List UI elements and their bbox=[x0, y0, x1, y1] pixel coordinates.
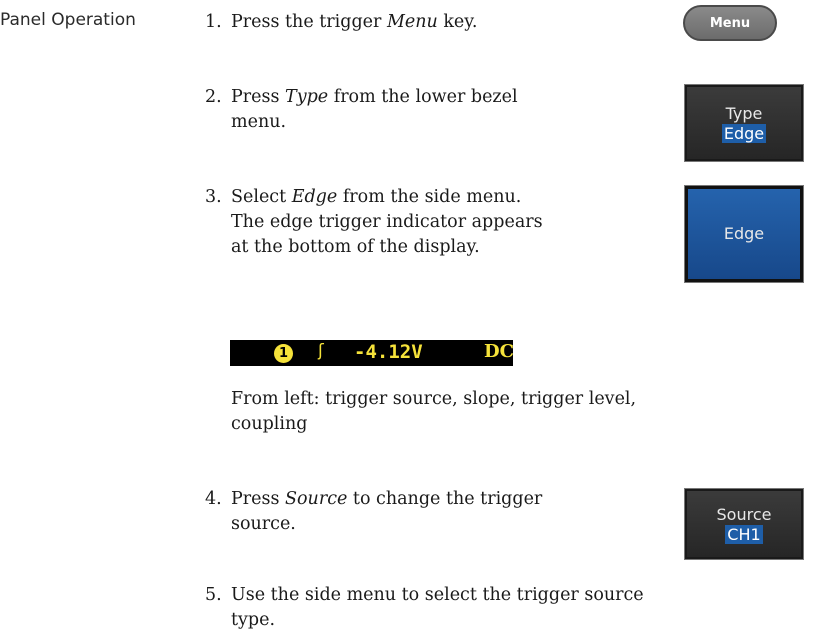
step-text: The edge trigger indicator appears bbox=[231, 212, 543, 232]
bezel-value: Edge bbox=[721, 123, 767, 143]
step-text: Press bbox=[231, 87, 286, 107]
bezel-label: Edge bbox=[723, 224, 765, 243]
source-bezel-button[interactable]: Source CH1 bbox=[684, 488, 804, 560]
edge-trigger-indicator: 1 ʃ -4.12V DC bbox=[230, 340, 513, 366]
bezel-label: Source bbox=[716, 504, 772, 524]
step-keyword: Type bbox=[285, 87, 329, 107]
step-text: Press bbox=[231, 489, 286, 509]
step-number: 2. bbox=[205, 87, 222, 107]
note-text: coupling bbox=[231, 414, 308, 434]
step-number: 5. bbox=[205, 585, 222, 605]
bezel-value: CH1 bbox=[725, 524, 763, 544]
step-text: menu. bbox=[231, 112, 287, 132]
step-text: Select bbox=[231, 187, 292, 207]
step-text: to change the trigger bbox=[347, 489, 543, 509]
step-text: Use the side menu to select the trigger … bbox=[231, 585, 644, 605]
type-bezel-button[interactable]: Type Edge bbox=[684, 84, 804, 162]
step-number: 1. bbox=[205, 12, 222, 32]
section-label: Panel Operation bbox=[0, 10, 136, 30]
step-text: source. bbox=[231, 514, 296, 534]
menu-key-button[interactable]: Menu bbox=[683, 5, 777, 41]
step-text: from the side menu. bbox=[337, 187, 522, 207]
step-text: Press the trigger bbox=[231, 12, 387, 32]
indicator-description: From left: trigger source, slope, trigge… bbox=[231, 387, 701, 437]
step-text: key. bbox=[437, 12, 478, 32]
step-number: 4. bbox=[205, 489, 222, 509]
trigger-level-readout: -4.12V bbox=[354, 341, 423, 363]
step-text: at the bottom of the display. bbox=[231, 237, 480, 257]
trigger-coupling-readout: DC bbox=[484, 341, 513, 362]
step-text: type. bbox=[231, 610, 276, 630]
step-keyword: Edge bbox=[291, 187, 338, 207]
step-keyword: Source bbox=[285, 489, 348, 509]
trigger-source-badge: 1 bbox=[274, 344, 293, 363]
note-text: From left: trigger source, slope, trigge… bbox=[231, 389, 637, 409]
step-text: from the lower bezel bbox=[328, 87, 518, 107]
step-keyword: Menu bbox=[386, 12, 438, 32]
edge-bezel-button[interactable]: Edge bbox=[684, 185, 804, 283]
step-number: 3. bbox=[205, 187, 222, 207]
rising-edge-icon: ʃ bbox=[318, 341, 324, 361]
bezel-label: Type bbox=[725, 103, 763, 123]
